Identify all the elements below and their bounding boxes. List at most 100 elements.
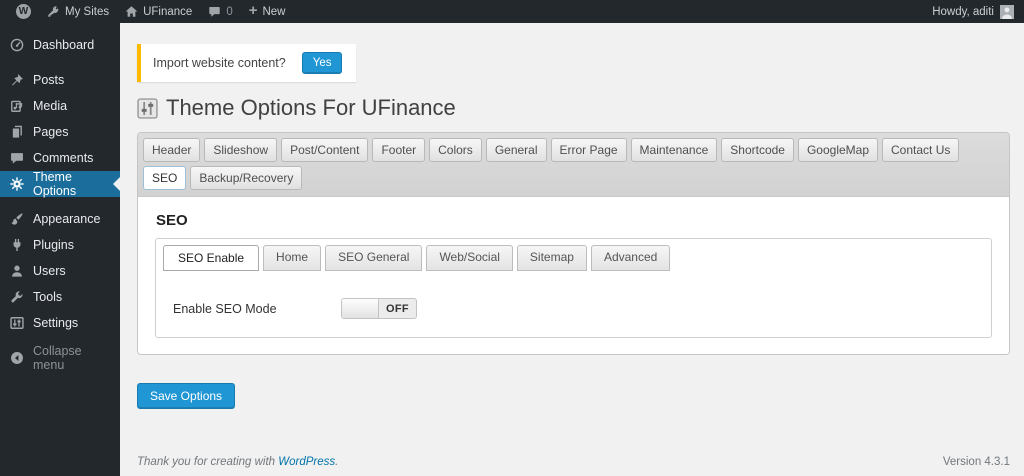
comment-bubble-icon xyxy=(208,5,221,18)
my-sites-label: My Sites xyxy=(65,5,110,18)
subtab-sitemap[interactable]: Sitemap xyxy=(516,245,587,271)
home-icon xyxy=(125,5,138,18)
sidebar-item-label: Settings xyxy=(33,316,79,330)
tab-maintenance[interactable]: Maintenance xyxy=(630,138,718,162)
seo-panel-heading: SEO xyxy=(156,212,188,229)
seo-mode-toggle[interactable]: OFF xyxy=(341,298,417,319)
tab-backup-recovery[interactable]: Backup/Recovery xyxy=(190,166,303,190)
sidebar-item-label: Dashboard xyxy=(33,38,95,52)
tab-slideshow[interactable]: Slideshow xyxy=(204,138,278,162)
tab-seo[interactable]: SEO xyxy=(143,166,187,190)
seo-subtabs-widget: SEO Enable Home SEO General Web/Social S… xyxy=(155,238,992,338)
tab-header[interactable]: Header xyxy=(143,138,201,162)
subtab-advanced[interactable]: Advanced xyxy=(590,245,671,271)
plus-icon: + xyxy=(248,2,258,19)
footer-version: Version 4.3.1 xyxy=(942,456,1010,468)
tab-row-1: Header Slideshow Post/Content Footer Col… xyxy=(143,138,1004,162)
toggle-knob[interactable] xyxy=(342,299,379,318)
comments-menu[interactable]: 0 xyxy=(200,0,240,23)
sidebar-item-plugins[interactable]: Plugins xyxy=(0,232,120,258)
wordpress-link[interactable]: WordPress xyxy=(278,456,335,468)
page-title-text: Theme Options For UFinance xyxy=(166,95,456,120)
paintbrush-icon xyxy=(9,212,24,226)
toggle-state-label: OFF xyxy=(386,302,409,315)
footer: Thank you for creating with WordPress. V… xyxy=(137,456,1010,468)
enable-seo-mode-row: Enable SEO Mode OFF xyxy=(173,298,981,319)
save-options-button[interactable]: Save Options xyxy=(137,383,236,409)
plug-icon xyxy=(9,238,24,252)
wordpress-logo-icon: W xyxy=(16,4,31,19)
site-name-menu[interactable]: UFinance xyxy=(117,0,200,23)
sidebar-item-appearance[interactable]: Appearance xyxy=(0,206,120,232)
sidebar-item-tools[interactable]: Tools xyxy=(0,284,120,310)
theme-options-tabs-widget: Header Slideshow Post/Content Footer Col… xyxy=(137,132,1010,355)
page-title: Theme Options For UFinance xyxy=(137,95,1010,121)
sidebar-item-comments[interactable]: Comments xyxy=(0,145,120,171)
collapse-arrow-icon xyxy=(9,351,24,365)
sidebar-item-label: Plugins xyxy=(33,238,74,252)
sidebar-item-label: Media xyxy=(33,99,68,113)
sidebar-item-label: Users xyxy=(33,264,66,278)
sidebar-item-label: Posts xyxy=(33,73,65,87)
tab-error-page[interactable]: Error Page xyxy=(550,138,627,162)
sidebar-item-media[interactable]: Media xyxy=(0,93,120,119)
admin-sidebar: Dashboard Posts Media Pages Comments The… xyxy=(0,23,120,476)
tab-row-2: SEO Backup/Recovery xyxy=(143,166,1004,190)
sidebar-item-label: Theme Options xyxy=(33,170,77,198)
pages-icon xyxy=(9,125,24,139)
seo-tab-panel: SEO SEO Enable Home SEO General Web/Soci… xyxy=(138,197,1009,354)
tab-footer[interactable]: Footer xyxy=(372,138,426,162)
subtab-home[interactable]: Home xyxy=(263,245,322,271)
import-content-notice: Import website content? Yes xyxy=(137,44,357,82)
user-avatar xyxy=(1000,4,1014,19)
tab-general[interactable]: General xyxy=(485,138,547,162)
wrench-icon xyxy=(9,290,24,304)
enable-seo-mode-label: Enable SEO Mode xyxy=(173,301,277,316)
howdy-text: Howdy, aditi xyxy=(932,5,994,18)
account-menu[interactable]: Howdy, aditi xyxy=(932,4,1014,19)
admin-bar: W My Sites UFinance 0 + New Howdy, aditi xyxy=(0,0,1024,23)
subtab-seo-general[interactable]: SEO General xyxy=(325,245,423,271)
subtab-web-social[interactable]: Web/Social xyxy=(426,245,513,271)
content-area: Import website content? Yes Theme Option… xyxy=(120,23,1024,476)
import-yes-button[interactable]: Yes xyxy=(301,52,343,74)
settings-sliders-icon xyxy=(9,316,24,330)
footer-period: . xyxy=(335,456,339,468)
footer-thanks-text: Thank you for creating with xyxy=(137,456,276,468)
comment-count: 0 xyxy=(226,5,233,18)
sidebar-item-label: Comments xyxy=(33,151,94,165)
new-label: New xyxy=(262,5,286,18)
sidebar-item-pages[interactable]: Pages xyxy=(0,119,120,145)
tabs-header: Header Slideshow Post/Content Footer Col… xyxy=(138,133,1009,197)
footer-thanks: Thank you for creating with WordPress. xyxy=(137,456,338,468)
tab-shortcode[interactable]: Shortcode xyxy=(721,138,794,162)
sidebar-item-theme-options[interactable]: Theme Options xyxy=(0,170,120,198)
pushpin-icon xyxy=(9,73,24,87)
theme-options-icon xyxy=(137,97,158,119)
my-sites-menu[interactable]: My Sites xyxy=(39,0,117,23)
user-icon xyxy=(9,264,24,278)
seo-subtab-row: SEO Enable Home SEO General Web/Social S… xyxy=(163,245,981,271)
site-name-label: UFinance xyxy=(143,5,193,18)
gear-icon xyxy=(9,177,24,191)
sidebar-item-label: Tools xyxy=(33,290,63,304)
sidebar-item-posts[interactable]: Posts xyxy=(0,67,120,93)
sidebar-item-collapse-menu[interactable]: Collapse menu xyxy=(0,344,120,372)
media-icon xyxy=(9,99,24,113)
sidebar-item-users[interactable]: Users xyxy=(0,258,120,284)
notice-text: Import website content? xyxy=(153,56,286,70)
tab-googlemap[interactable]: GoogleMap xyxy=(797,138,879,162)
sidebar-item-dashboard[interactable]: Dashboard xyxy=(0,32,120,58)
sidebar-item-settings[interactable]: Settings xyxy=(0,310,120,336)
sidebar-item-label: Appearance xyxy=(33,212,101,226)
tab-contact-us[interactable]: Contact Us xyxy=(882,138,960,162)
subtab-seo-enable[interactable]: SEO Enable xyxy=(163,245,260,271)
sidebar-item-label: Pages xyxy=(33,125,69,139)
new-content-menu[interactable]: + New xyxy=(241,0,294,23)
wordpress-logo-menu[interactable]: W xyxy=(8,0,39,23)
comments-icon xyxy=(9,151,24,165)
sidebar-item-label: Collapse menu xyxy=(33,344,82,372)
dashboard-icon xyxy=(9,38,24,52)
tab-post-content[interactable]: Post/Content xyxy=(281,138,369,162)
tab-colors[interactable]: Colors xyxy=(429,138,482,162)
